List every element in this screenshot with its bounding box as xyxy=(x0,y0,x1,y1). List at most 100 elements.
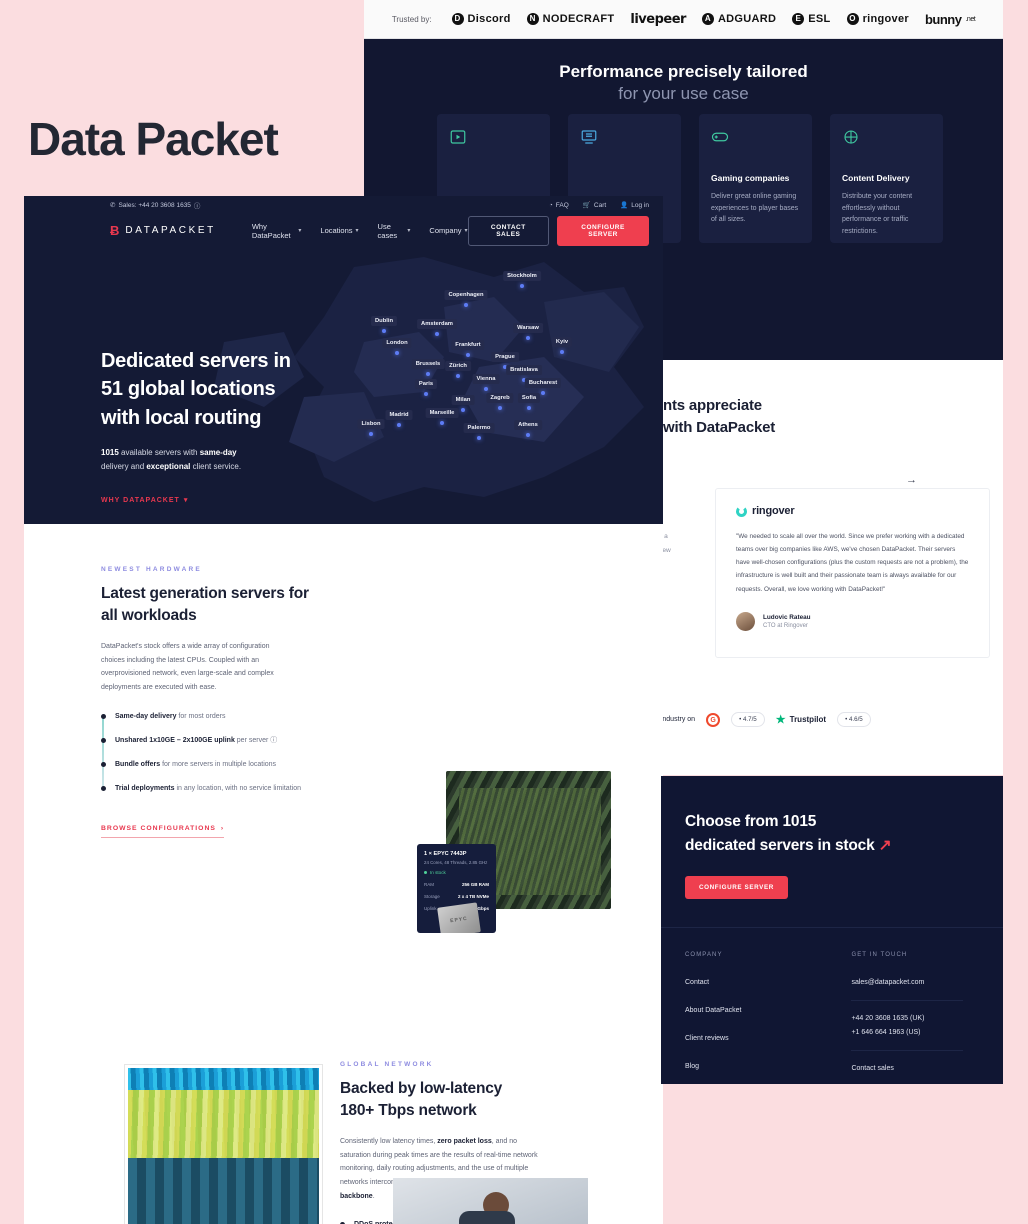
logo-livepeer: livepeer xyxy=(630,11,686,27)
footer-contact-sales[interactable]: Contact sales xyxy=(851,1065,963,1072)
premium-photo xyxy=(393,1178,588,1224)
city-dot-icon xyxy=(466,353,470,357)
usecase-card-title: Gaming companies xyxy=(711,173,790,183)
footer-link-contact[interactable]: Contact xyxy=(685,979,741,986)
footer-phone-uk[interactable]: +44 20 3608 1635 (UK) xyxy=(851,1015,963,1022)
city-label: Zürich xyxy=(445,361,471,371)
ringover-icon: O xyxy=(846,13,859,25)
login-link[interactable]: 👤 Log in xyxy=(620,201,649,210)
cta-title: Choose from 1015 dedicated servers in st… xyxy=(685,813,892,854)
city-label: Milan xyxy=(451,395,475,405)
nav-item-locations[interactable]: Locations ▾ xyxy=(320,222,358,240)
city-label: Prague xyxy=(491,352,519,362)
video-play-icon xyxy=(450,130,466,144)
footer-company-title: COMPANY xyxy=(685,952,723,959)
city-label: Sofia xyxy=(517,393,541,403)
footer-company-column: COMPANY Contact About DataPacket Client … xyxy=(685,952,741,1072)
hero-section: Dedicated servers in 51 global locations… xyxy=(24,247,663,524)
trusted-by-bar: Trusted by: D Discord N NODECRAFT livepe… xyxy=(364,0,1003,39)
datapacket-mark-icon: Ƀ xyxy=(110,223,120,238)
discord-icon: D xyxy=(451,13,464,25)
chevron-down-icon: ▾ xyxy=(355,228,359,234)
city-label: Kyiv xyxy=(551,337,573,347)
city-label: Brussels xyxy=(411,359,445,369)
hardware-body: DataPacket's stock offers a wide array o… xyxy=(101,643,274,691)
chevron-down-icon: ▾ xyxy=(183,497,189,505)
city-label: Stockholm xyxy=(503,271,541,281)
chevron-down-icon: ▾ xyxy=(298,228,302,234)
city-dot-icon xyxy=(541,391,545,395)
city-dot-icon xyxy=(369,432,373,436)
city-label: London xyxy=(382,338,412,348)
author-role: CTO at Ringover xyxy=(763,622,808,629)
footer-phone-us[interactable]: +1 646 664 1963 (US) xyxy=(851,1029,963,1036)
nav-item-company[interactable]: Company ▾ xyxy=(429,222,467,240)
city-dot-icon xyxy=(464,303,468,307)
divider xyxy=(851,1050,964,1052)
cart-link[interactable]: 🛒 Cart xyxy=(582,201,606,210)
logo-nodecraft: N NODECRAFT xyxy=(526,13,615,25)
usecase-card[interactable]: Content Delivery Distribute your content… xyxy=(830,114,943,243)
city-label: Zagreb xyxy=(486,393,514,403)
usecase-card[interactable]: Gaming companies Deliver great online ga… xyxy=(699,114,812,243)
cta-block: Choose from 1015 dedicated servers in st… xyxy=(661,776,1003,900)
nav-item-why-datapacket[interactable]: Why DataPacket ▾ xyxy=(252,222,302,240)
city-dot-icon xyxy=(477,436,481,440)
city-label: Lisbon xyxy=(357,419,385,429)
city-dot-icon xyxy=(382,329,386,333)
sales-phone[interactable]: ✆ Sales: +44 20 3608 1635 ⓘ xyxy=(110,200,200,211)
footer-link-about[interactable]: About DataPacket xyxy=(685,1007,741,1014)
carousel-next-arrow[interactable]: → xyxy=(906,474,917,486)
ringover-icon xyxy=(736,505,747,517)
city-dot-icon xyxy=(426,372,430,376)
page-stage: Data Packet Trusted by: D Discord N NODE… xyxy=(0,0,1028,1224)
footer-email[interactable]: sales@datapacket.com xyxy=(851,979,963,986)
logo-discord: D Discord xyxy=(451,13,511,25)
usecase-card-title: Content Delivery xyxy=(842,173,910,183)
nav-item-use-cases[interactable]: Use cases ▾ xyxy=(378,222,411,240)
contact-sales-button[interactable]: CONTACT SALES xyxy=(467,215,550,246)
previous-review-partial: ed ae fewd xyxy=(663,533,671,554)
footer-link-client-reviews[interactable]: Client reviews xyxy=(685,1035,741,1042)
city-dot-icon xyxy=(456,374,460,378)
city-dot-icon xyxy=(484,387,488,391)
clock-icon: ◔ xyxy=(548,201,553,209)
nav-links: Why DataPacket ▾ Locations ▾ Use cases ▾ Co… xyxy=(252,222,468,240)
feature-item: Bundle offers for more servers in multip… xyxy=(101,759,331,770)
datapacket-logo[interactable]: Ƀ DATAPACKET xyxy=(110,223,216,238)
city-label: Dublin xyxy=(370,316,398,326)
why-datapacket-link[interactable]: WHY DATAPACKET ▾ xyxy=(101,496,351,505)
arrow-up-right-icon: ↗ xyxy=(878,836,892,854)
hero-title: Dedicated servers in 51 global locations… xyxy=(101,350,291,429)
author-name: Ludovic Rateau xyxy=(763,613,811,621)
footer-touch-column: GET IN TOUCH sales@datapacket.com +44 20… xyxy=(851,952,964,1072)
spec-sub: 24 Cores, 48 Threads, 2.85 GHz xyxy=(424,860,488,865)
footer-link-blog[interactable]: Blog xyxy=(685,1063,741,1070)
hero-subtitle: 1015 available servers with same-day del… xyxy=(101,448,242,472)
faq-link[interactable]: ◔ FAQ xyxy=(549,201,569,209)
city-label: Marseille xyxy=(425,408,459,418)
usecase-card-desc: Deliver great online gaming experiences … xyxy=(711,193,799,224)
city-dot-icon xyxy=(440,421,444,425)
city-dot-icon xyxy=(520,284,524,288)
city-label: Amsterdam xyxy=(417,319,457,329)
logo-esl: E ESL xyxy=(792,13,830,25)
esl-icon: E xyxy=(792,13,805,25)
city-dot-icon xyxy=(397,423,401,427)
chevron-right-icon: › xyxy=(220,825,225,833)
divider xyxy=(851,1000,964,1002)
browse-configurations-link[interactable]: BROWSE CONFIGURATIONS › xyxy=(101,825,225,839)
network-title: Backed by low-latency 180+ Tbps network xyxy=(340,1080,503,1119)
cart-icon: 🛒 xyxy=(582,202,591,209)
city-dot-icon xyxy=(424,392,428,396)
review-card: ringover "We needed to scale all over th… xyxy=(715,488,990,658)
configure-server-button[interactable]: CONFIGURE SERVER xyxy=(557,215,649,246)
cta-configure-server-button[interactable]: CONFIGURE SERVER xyxy=(685,876,788,900)
chevron-down-icon: ▾ xyxy=(464,228,468,234)
city-label: Athens xyxy=(514,420,542,430)
epyc-chip-image: EPYC xyxy=(437,902,481,933)
website-panel: ✆ Sales: +44 20 3608 1635 ⓘ ◔ FAQ 🛒 Cart 👤… xyxy=(24,196,663,1224)
site-footer: COMPANY Contact About DataPacket Client … xyxy=(661,927,1003,1072)
city-label: Copenhagen xyxy=(444,290,488,300)
status-dot-icon xyxy=(424,871,427,874)
